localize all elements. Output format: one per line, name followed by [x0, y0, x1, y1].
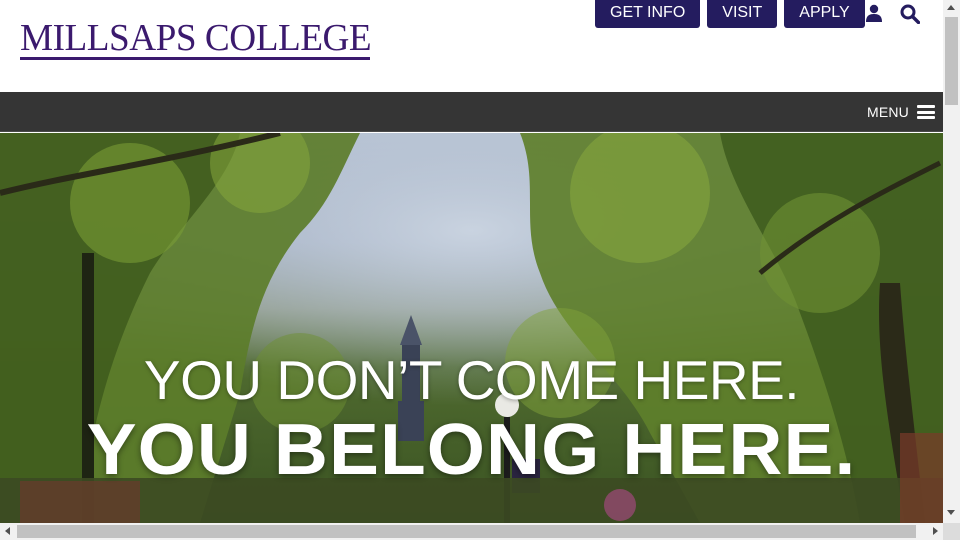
visit-button[interactable]: VISIT — [707, 0, 778, 28]
scrollbar-corner — [943, 523, 960, 540]
site-header: MILLSAPS COLLEGE GET INFO VISIT APPLY — [0, 0, 943, 92]
main-navbar: MENU — [0, 92, 943, 132]
vertical-scrollbar[interactable] — [943, 0, 960, 523]
hero-headline-bottom: YOU BELONG HERE. — [86, 410, 857, 490]
page-viewport: MILLSAPS COLLEGE GET INFO VISIT APPLY ME… — [0, 0, 943, 523]
horizontal-scroll-thumb[interactable] — [17, 525, 916, 538]
scroll-right-arrow-icon[interactable] — [933, 527, 938, 535]
site-logo[interactable]: MILLSAPS COLLEGE — [20, 18, 372, 58]
logo-underline — [20, 57, 370, 60]
scroll-down-arrow-icon[interactable] — [947, 510, 955, 515]
menu-label: MENU — [866, 104, 909, 120]
menu-button[interactable]: MENU — [867, 92, 935, 132]
hero-banner: YOU DON’T COME HERE. YOU BELONG HERE. — [0, 133, 943, 523]
hamburger-icon — [917, 105, 935, 119]
search-icon[interactable] — [900, 4, 920, 24]
scroll-left-arrow-icon[interactable] — [5, 527, 10, 535]
top-action-buttons: GET INFO VISIT APPLY — [595, 0, 865, 28]
scroll-up-arrow-icon[interactable] — [947, 5, 955, 10]
horizontal-scrollbar[interactable] — [0, 523, 943, 540]
vertical-scroll-thumb[interactable] — [945, 17, 958, 105]
user-icon[interactable] — [865, 4, 883, 22]
apply-button[interactable]: APPLY — [784, 0, 865, 28]
hero-headline-top: YOU DON’T COME HERE. — [143, 349, 800, 411]
get-info-button[interactable]: GET INFO — [595, 0, 701, 28]
